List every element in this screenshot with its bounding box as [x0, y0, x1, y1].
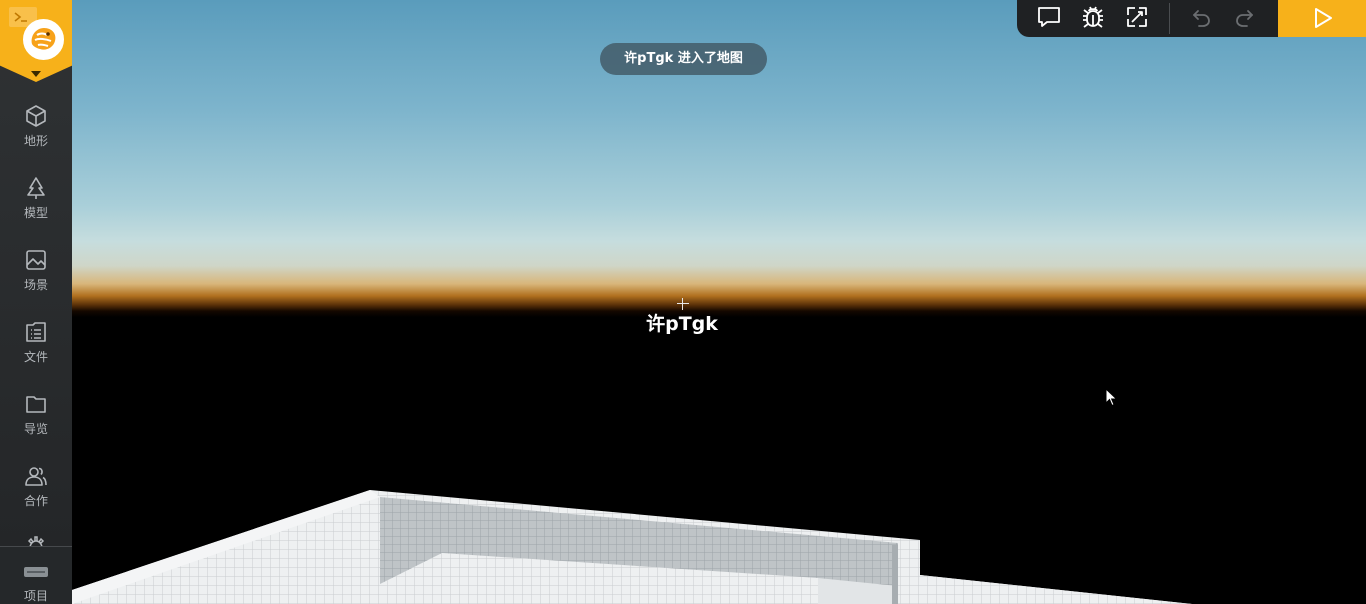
sidebar-item-label: 文件 — [23, 350, 48, 364]
image-icon — [26, 250, 46, 270]
world-viewport[interactable]: 许pTgk 进入了地图 许pTgk — [72, 0, 1366, 604]
users-icon — [25, 467, 47, 486]
sidebar-item-models[interactable]: 模型 — [0, 176, 72, 240]
undo-button[interactable] — [1185, 2, 1217, 34]
top-toolbar — [1017, 0, 1366, 37]
chat-button[interactable] — [1033, 2, 1065, 34]
toolbar-panel — [1017, 0, 1278, 37]
expand-icon — [1127, 7, 1147, 27]
block-structure — [72, 490, 1192, 604]
sidebar-item-label: 地形 — [23, 134, 48, 148]
dragon-avatar-icon[interactable] — [23, 19, 64, 60]
logo-menu[interactable] — [0, 0, 72, 82]
player-joined-toast: 许pTgk 进入了地图 — [600, 43, 767, 75]
sidebar-item-label: 模型 — [23, 206, 48, 220]
undo-icon — [1193, 10, 1210, 27]
debug-button[interactable] — [1077, 2, 1109, 34]
chevron-down-icon — [31, 71, 41, 77]
sidebar-item-label: 合作 — [23, 494, 48, 508]
sidebar-item-project[interactable]: 项目 — [0, 547, 72, 604]
sidebar-item-terrain[interactable]: 地形 — [0, 104, 72, 168]
sidebar-item-files[interactable]: 文件 — [0, 320, 72, 384]
sidebar-item-navigation[interactable]: 导览 — [0, 392, 72, 456]
cube-icon — [26, 105, 46, 127]
mouse-cursor-icon — [1105, 388, 1118, 407]
fullscreen-button[interactable] — [1121, 2, 1153, 34]
sidebar-item-label: 项目 — [23, 589, 48, 603]
tree-icon — [27, 177, 45, 199]
folder-icon — [26, 396, 46, 413]
bug-icon — [1083, 6, 1103, 28]
toolbar-divider — [1169, 3, 1170, 34]
play-button[interactable] — [1278, 0, 1366, 37]
left-sidebar: 地形 模型 场景 文件 导览 合作 项目 — [0, 0, 72, 604]
redo-button[interactable] — [1229, 2, 1261, 34]
project-bar-icon — [24, 567, 48, 577]
sidebar-item-collaborate[interactable]: 合作 — [0, 464, 72, 528]
player-name-tag: 许pTgk — [646, 313, 718, 335]
play-icon — [1315, 8, 1332, 28]
redo-icon — [1236, 10, 1253, 27]
sidebar-item-label: 场景 — [23, 278, 48, 292]
file-list-icon — [26, 322, 46, 342]
sidebar-item-label: 导览 — [23, 422, 48, 436]
sidebar-item-scene[interactable]: 场景 — [0, 248, 72, 312]
chat-icon — [1038, 7, 1060, 27]
